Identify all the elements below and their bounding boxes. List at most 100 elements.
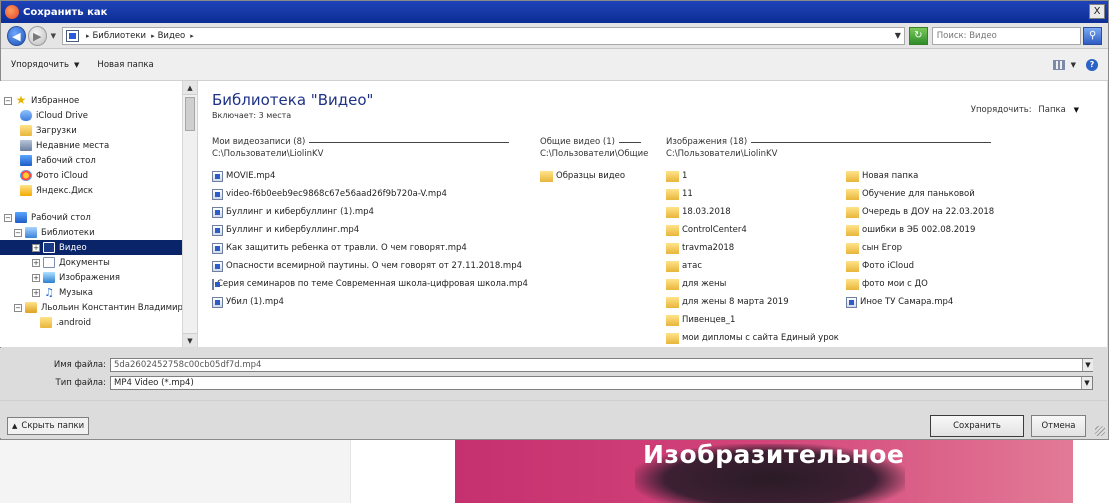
folder-item[interactable]: фото мои с ДО xyxy=(846,275,1026,293)
tree-label: Избранное xyxy=(31,95,80,106)
video-file-icon xyxy=(212,296,223,308)
tree-item-desktop-fav[interactable]: Рабочий стол xyxy=(0,153,197,168)
resize-grip-icon[interactable] xyxy=(1095,426,1105,436)
scroll-thumb[interactable] xyxy=(185,97,195,131)
folder-item[interactable]: 1 xyxy=(666,167,846,185)
tree-item-android[interactable]: .android xyxy=(0,315,197,330)
chevron-right-icon[interactable]: ▸ xyxy=(86,32,90,40)
tree-item-yandex-disk[interactable]: Яндекс.Диск xyxy=(0,183,197,198)
tree-item-music[interactable]: + ♫ Музыка xyxy=(0,285,197,300)
folder-item[interactable]: Пивенцев_1 xyxy=(666,311,846,329)
file-item[interactable]: Убил (1).mp4 xyxy=(212,293,526,311)
file-item[interactable]: MOVIE.mp4 xyxy=(212,167,526,185)
file-item[interactable]: Опасности всемирной паутины. О чем говор… xyxy=(212,257,526,275)
view-options-icon[interactable] xyxy=(1052,59,1065,70)
folder-item[interactable]: атас xyxy=(666,257,846,275)
tree-item-recent-places[interactable]: Недавние места xyxy=(0,138,197,153)
forward-button[interactable]: ▶ xyxy=(27,25,47,46)
collapse-icon[interactable]: − xyxy=(14,228,22,237)
expand-icon[interactable]: + xyxy=(32,243,40,252)
tree-item-icloud-drive[interactable]: iCloud Drive xyxy=(0,108,197,123)
collapse-icon[interactable]: − xyxy=(14,303,22,312)
chevron-right-icon[interactable]: ▸ xyxy=(190,32,194,40)
chevron-down-icon[interactable]: ▼ xyxy=(895,31,901,40)
hide-folders-button[interactable]: ▲ Скрыть папки xyxy=(7,417,90,435)
file-fields: Имя файла: ▼ Тип файла: MP4 Video (*.mp4… xyxy=(0,348,1107,400)
group-header[interactable]: Изображения (18) xyxy=(666,137,1026,147)
back-button[interactable]: ◀ xyxy=(7,25,26,46)
folder-item[interactable]: 11 xyxy=(666,185,846,203)
expand-icon[interactable]: + xyxy=(32,288,40,297)
folder-item[interactable]: ошибки в ЭБ 002.08.2019 xyxy=(846,221,1026,239)
folder-item[interactable]: Очередь в ДОУ на 22.03.2018 xyxy=(846,203,1026,221)
folder-item[interactable]: для жены xyxy=(666,275,846,293)
tree-item-images[interactable]: + Изображения xyxy=(0,270,197,285)
chevron-down-icon[interactable]: ▼ xyxy=(1071,61,1076,69)
file-item[interactable]: video-f6b0eeb9ec9868c67e56aad26f9b720a-V… xyxy=(212,185,526,203)
file-item[interactable]: Иное ТУ Самара.mp4 xyxy=(846,293,1026,311)
folder-item[interactable]: Обучение для паньковой xyxy=(846,185,1026,203)
refresh-button[interactable]: ↻ xyxy=(908,26,928,45)
file-item[interactable]: Буллинг и кибербуллинг (1).mp4 xyxy=(212,203,526,221)
folder-item[interactable]: ControlCenter4 xyxy=(666,221,846,239)
collapse-icon[interactable]: − xyxy=(4,96,12,105)
new-folder-button[interactable]: Новая папка xyxy=(97,60,153,70)
folder-item[interactable]: сын Егор xyxy=(846,239,1026,257)
scroll-up-icon[interactable]: ▲ xyxy=(183,81,197,95)
cancel-button[interactable]: Отмена xyxy=(1031,415,1086,437)
tree-label: Загрузки xyxy=(36,125,77,136)
chevron-down-icon[interactable]: ▼ xyxy=(1081,377,1092,389)
tree-user-folder[interactable]: − Льольин Константин Владимир xyxy=(0,300,197,315)
breadcrumb-video[interactable]: Видео xyxy=(158,31,186,41)
desktop-icon xyxy=(20,155,32,166)
file-name: Иное ТУ Самара.mp4 xyxy=(860,297,954,307)
folder-item[interactable]: Новая папка xyxy=(846,167,1026,185)
chevron-right-icon[interactable]: ▸ xyxy=(151,32,155,40)
folder-item[interactable]: travma2018 xyxy=(666,239,846,257)
tree-libraries[interactable]: − Библиотеки xyxy=(0,225,197,240)
search-input[interactable] xyxy=(936,30,1081,41)
tree-item-video[interactable]: + Видео xyxy=(0,240,197,255)
filetype-select[interactable]: MP4 Video (*.mp4) ▼ xyxy=(110,376,1093,390)
arrange-by[interactable]: Упорядочить: Папка ▼ xyxy=(971,105,1079,115)
search-field[interactable] xyxy=(931,26,1082,45)
arrange-value[interactable]: Папка xyxy=(1038,105,1066,115)
filename-input[interactable] xyxy=(110,358,1093,372)
expand-icon[interactable]: + xyxy=(32,258,40,267)
tree-item-documents[interactable]: + Документы xyxy=(0,255,197,270)
breadcrumb[interactable]: ▸ Библиотеки ▸ Видео ▸ ▼ xyxy=(61,26,905,45)
group-header[interactable]: Мои видеозаписи (8) xyxy=(212,137,526,147)
folder-name: 18.03.2018 xyxy=(682,207,731,217)
group-header[interactable]: Общие видео (1) xyxy=(540,137,652,147)
collapse-icon[interactable]: − xyxy=(4,213,12,222)
folder-item[interactable]: для жены 8 марта 2019 xyxy=(666,293,846,311)
folder-item[interactable]: мои дипломы с сайта Единый урок xyxy=(666,329,846,347)
scroll-down-icon[interactable]: ▼ xyxy=(183,333,197,347)
folder-item[interactable]: 18.03.2018 xyxy=(666,203,846,221)
tree-favorites[interactable]: − ★ Избранное xyxy=(0,93,197,108)
folder-item[interactable]: Фото iCloud xyxy=(846,257,1026,275)
recent-pages-dropdown[interactable]: ▼ xyxy=(51,32,56,40)
folder-item[interactable]: Образцы видео xyxy=(540,167,652,185)
music-icon: ♫ xyxy=(44,286,54,299)
folder-icon xyxy=(666,296,679,308)
breadcrumb-libraries[interactable]: Библиотеки xyxy=(92,31,146,41)
group-divider xyxy=(618,141,641,143)
video-file-icon xyxy=(846,296,857,308)
tree-desktop[interactable]: − Рабочий стол xyxy=(0,210,197,225)
save-button[interactable]: Сохранить xyxy=(930,415,1024,437)
sidebar-scrollbar[interactable]: ▲ ▼ xyxy=(182,81,197,347)
help-icon[interactable]: ? xyxy=(1086,58,1098,71)
file-item[interactable]: Буллинг и кибербуллинг.mp4 xyxy=(212,221,526,239)
organize-button[interactable]: Упорядочить ▼ xyxy=(11,60,79,70)
file-item[interactable]: Серия семинаров по теме Современная школ… xyxy=(212,275,528,293)
file-item[interactable]: Как защитить ребенка от травли. О чем го… xyxy=(212,239,526,257)
chevron-down-icon[interactable]: ▼ xyxy=(1074,106,1079,114)
chevron-down-icon[interactable]: ▼ xyxy=(1082,359,1093,371)
tree-item-icloud-photos[interactable]: Фото iCloud xyxy=(0,168,197,183)
title-bar[interactable]: Сохранить как X xyxy=(1,1,1108,23)
close-button[interactable]: X xyxy=(1089,4,1105,19)
search-button[interactable]: ⚲ xyxy=(1083,26,1103,45)
tree-item-downloads[interactable]: Загрузки xyxy=(0,123,197,138)
expand-icon[interactable]: + xyxy=(32,273,40,282)
